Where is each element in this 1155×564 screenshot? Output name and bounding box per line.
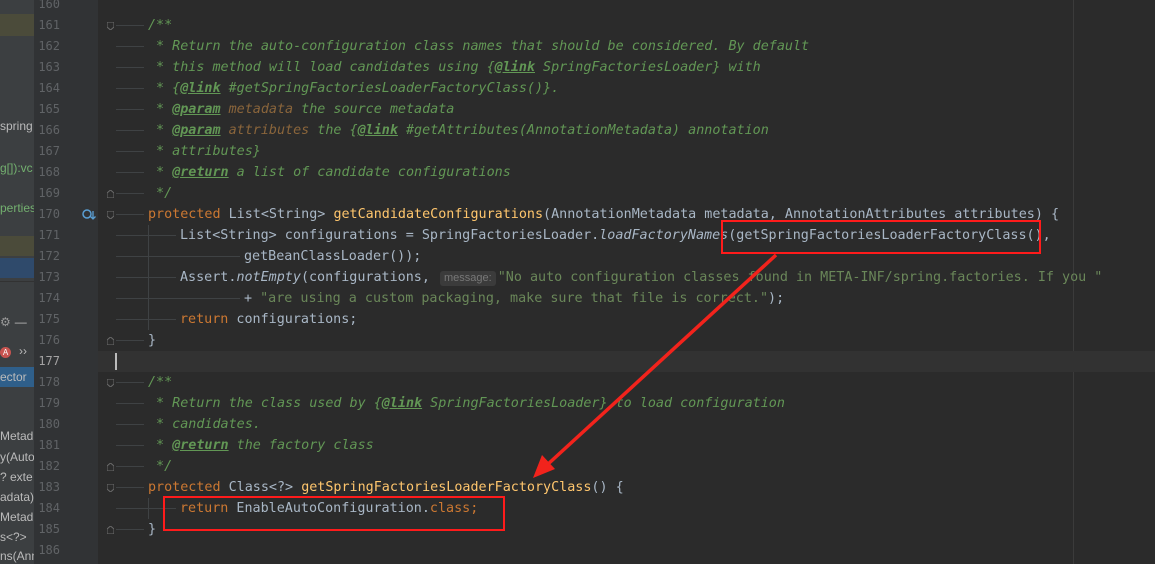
arrow-shaft <box>545 253 778 467</box>
annotation-arrow <box>533 253 778 478</box>
